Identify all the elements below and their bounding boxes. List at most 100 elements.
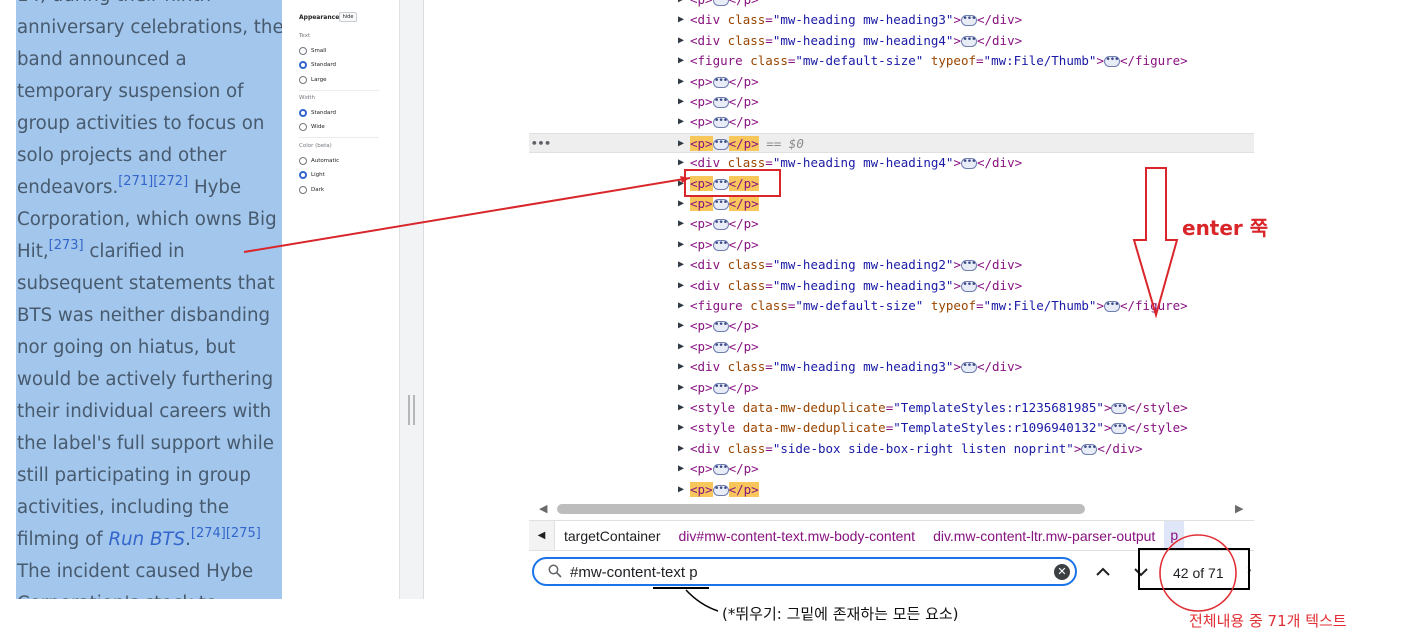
dom-node-row[interactable]: ▶ <figure class="mw-default-size" typeof=… [529,296,1254,316]
expand-triangle-icon[interactable]: ▶ [678,214,684,234]
expand-ellipsis-icon[interactable]: ••• [712,199,729,210]
dom-node-row[interactable]: ▶ <div class="mw-heading mw-heading2">•••… [529,255,1254,275]
expand-triangle-icon[interactable]: ▶ [678,31,684,51]
resize-handle[interactable] [408,395,415,425]
expand-triangle-icon[interactable]: ▶ [678,480,684,500]
expand-ellipsis-icon[interactable]: ••• [960,158,977,170]
expand-ellipsis-icon[interactable]: ••• [960,260,977,272]
expand-ellipsis-icon[interactable]: ••• [712,76,729,88]
breadcrumb-item[interactable]: targetContainer [555,528,670,544]
text-size-small[interactable]: Small [299,47,326,55]
dom-node-row[interactable]: ▶ <div class="mw-heading mw-heading4">•••… [529,31,1254,51]
expand-triangle-icon[interactable]: ▶ [678,92,684,112]
dom-node-row[interactable]: ▶ <p>•••</p> [529,72,1254,92]
dom-node-row[interactable]: ▶ <p>•••</p> [529,235,1254,255]
expand-ellipsis-icon[interactable]: ••• [712,239,729,251]
dom-node-row[interactable]: ▶ <div class="mw-heading mw-heading3">•••… [529,10,1254,30]
color-light[interactable]: Light [299,171,325,179]
expand-ellipsis-icon[interactable]: ••• [712,484,729,496]
expand-triangle-icon[interactable]: ▶ [678,194,684,214]
expand-ellipsis-icon[interactable]: ••• [712,341,729,353]
dom-node-row[interactable]: ••• ▶ <p>•••</p> == $0 [529,132,1254,154]
expand-triangle-icon[interactable]: ▶ [678,418,684,438]
scrollbar-thumb[interactable] [557,504,1085,514]
expand-triangle-icon[interactable]: ▶ [678,235,684,255]
expand-triangle-icon[interactable]: ▶ [678,439,684,459]
dom-node-row[interactable]: ▶ <p>•••</p> [529,378,1254,398]
expand-ellipsis-icon[interactable]: ••• [712,97,729,108]
width-standard[interactable]: Standard [299,109,336,117]
dom-node-row[interactable]: ▶ <div class="mw-heading mw-heading4">•••… [529,153,1254,173]
expand-ellipsis-icon[interactable]: ••• [1103,56,1120,68]
expand-ellipsis-icon[interactable]: ••• [712,138,729,150]
expand-ellipsis-icon[interactable]: ••• [712,117,729,129]
chevron-down-icon[interactable] [1130,560,1152,584]
expand-triangle-icon[interactable]: ▶ [678,459,684,479]
dom-node-row[interactable]: ▶ <p>•••</p> [529,214,1254,234]
expand-ellipsis-icon[interactable]: ••• [712,321,729,333]
expand-triangle-icon[interactable]: ▶ [678,174,684,194]
expand-triangle-icon[interactable]: ▶ [678,10,684,30]
dom-node-row[interactable]: ▶ <figure class="mw-default-size" typeof=… [529,51,1254,71]
expand-ellipsis-icon[interactable]: ••• [960,280,977,292]
run-bts-link[interactable]: Run BTS [108,529,185,550]
expand-triangle-icon[interactable]: ▶ [678,398,684,418]
dom-node-row[interactable]: ▶ <style data-mw-deduplicate="TemplateSty… [529,398,1254,418]
expand-ellipsis-icon[interactable]: ••• [712,0,729,6]
chevron-up-icon[interactable] [1092,560,1114,584]
expand-ellipsis-icon[interactable]: ••• [1081,443,1098,455]
expand-triangle-icon[interactable]: ▶ [678,72,684,92]
expand-ellipsis-icon[interactable]: ••• [1111,403,1128,414]
expand-triangle-icon[interactable]: ▶ [678,357,684,377]
expand-triangle-icon[interactable]: ▶ [678,0,684,10]
dom-node-row[interactable]: ▶ <p>•••</p> [529,480,1254,500]
appearance-hide-button[interactable]: hide [339,12,357,22]
search-input[interactable] [570,562,1040,582]
dom-node-row[interactable]: ▶ <div class="mw-heading mw-heading3">•••… [529,276,1254,296]
expand-ellipsis-icon[interactable]: ••• [960,15,977,27]
dom-node-row[interactable]: ▶ <p>•••</p> [529,459,1254,479]
citation-link[interactable]: [273] [49,238,84,253]
expand-ellipsis-icon[interactable]: ••• [960,35,977,47]
expand-triangle-icon[interactable]: ▶ [678,255,684,275]
dom-node-row[interactable]: ▶ <p>•••</p> [529,112,1254,132]
breadcrumb-item[interactable]: div.mw-content-ltr.mw-parser-output [924,528,1164,544]
clear-icon[interactable]: ✕ [1054,564,1070,580]
dom-node-row[interactable]: ▶ <p>•••</p> [529,337,1254,357]
chevron-right-icon[interactable]: › [1247,561,1252,577]
width-wide[interactable]: Wide [299,123,325,131]
dom-node-row[interactable]: ▶ <style data-mw-deduplicate="TemplateSty… [529,418,1254,438]
color-dark[interactable]: Dark [299,186,324,194]
expand-triangle-icon[interactable]: ▶ [678,316,684,336]
expand-ellipsis-icon[interactable]: ••• [1103,301,1120,312]
text-size-standard[interactable]: Standard [299,61,336,69]
expand-ellipsis-icon[interactable]: ••• [1111,423,1128,435]
expand-triangle-icon[interactable]: ▶ [678,51,684,71]
search-box[interactable]: ✕ [532,557,1077,586]
expand-triangle-icon[interactable]: ▶ [678,296,684,316]
expand-ellipsis-icon[interactable]: ••• [712,219,729,231]
dom-node-row[interactable]: ▶ <p>•••</p> [529,92,1254,112]
dom-node-row[interactable]: ▶ <p>•••</p> [529,174,1254,194]
scroll-right-icon[interactable]: ▶ [1235,502,1243,515]
scroll-left-icon[interactable]: ◀ [539,502,547,515]
dom-node-row[interactable]: ▶ <p>•••</p> [529,316,1254,336]
expand-triangle-icon[interactable]: ▶ [678,153,684,173]
dom-node-row[interactable]: ▶ <div class="side-box side-box-right lis… [529,439,1254,459]
expand-ellipsis-icon[interactable]: ••• [712,178,729,190]
expand-ellipsis-icon[interactable]: ••• [712,382,729,394]
citation-link[interactable]: [274][275] [191,526,261,541]
breadcrumb-item[interactable]: div#mw-content-text.mw-body-content [670,528,925,544]
more-options-icon[interactable]: ••• [531,134,551,154]
expand-ellipsis-icon[interactable]: ••• [712,464,729,476]
expand-triangle-icon[interactable]: ▶ [678,276,684,296]
breadcrumb-item-current[interactable]: p [1164,521,1185,550]
dom-node-row[interactable]: ▶ <p>•••</p> [529,0,1254,10]
dom-node-row[interactable]: ▶ <p>•••</p> [529,194,1254,214]
citation-link[interactable]: [271][272] [118,174,188,189]
breadcrumb-back-icon[interactable]: ◀ [529,521,555,550]
expand-triangle-icon[interactable]: ▶ [678,337,684,357]
expand-triangle-icon[interactable]: ▶ [678,112,684,132]
expand-ellipsis-icon[interactable]: ••• [960,362,977,374]
color-automatic[interactable]: Automatic [299,157,339,165]
